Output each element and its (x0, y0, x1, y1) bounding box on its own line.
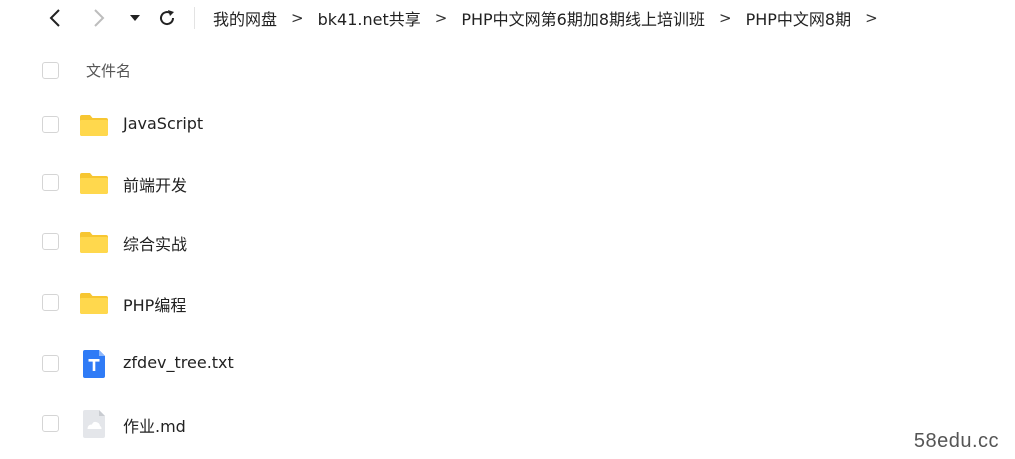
folder-icon (78, 167, 110, 199)
file-name[interactable]: 作业.md (123, 413, 186, 437)
breadcrumb-separator[interactable]: > (865, 9, 878, 27)
row-checkbox[interactable] (42, 233, 59, 250)
breadcrumb-separator: > (719, 9, 732, 27)
breadcrumb-item-share[interactable]: bk41.net共享 (318, 6, 421, 30)
refresh-button[interactable] (152, 4, 182, 32)
file-name[interactable]: JavaScript (123, 114, 203, 133)
breadcrumb-item-current[interactable]: PHP中文网8期 (746, 6, 852, 30)
back-button[interactable] (40, 4, 70, 32)
breadcrumb-separator: > (434, 9, 448, 27)
file-manager-window: 我的网盘 > bk41.net共享 > PHP中文网第6期加8期线上培训班 > … (0, 0, 1015, 459)
file-name[interactable]: 前端开发 (123, 172, 187, 196)
breadcrumb-item-root[interactable]: 我的网盘 (213, 6, 277, 30)
toolbar-divider (194, 7, 195, 29)
history-dropdown-button[interactable] (120, 4, 150, 32)
file-name[interactable]: 综合实战 (123, 231, 187, 255)
breadcrumb: 我的网盘 > bk41.net共享 > PHP中文网第6期加8期线上培训班 > … (213, 6, 892, 30)
row-checkbox[interactable] (42, 355, 59, 372)
caret-down-icon (130, 15, 140, 21)
file-row[interactable]: JavaScript (0, 105, 1015, 145)
chevron-right-icon (94, 9, 105, 27)
row-checkbox[interactable] (42, 116, 59, 133)
forward-button[interactable] (84, 4, 114, 32)
file-row[interactable]: PHP编程 (0, 283, 1015, 323)
list-header: 文件名 (0, 55, 1015, 85)
row-checkbox[interactable] (42, 415, 59, 432)
chevron-left-icon (49, 9, 60, 27)
folder-icon (78, 287, 110, 319)
file-row[interactable]: 综合实战 (0, 222, 1015, 262)
row-checkbox[interactable] (42, 294, 59, 311)
row-checkbox[interactable] (42, 174, 59, 191)
folder-icon (78, 109, 110, 141)
select-all-checkbox[interactable] (42, 61, 59, 79)
text-file-icon (78, 348, 110, 380)
refresh-icon (160, 10, 175, 26)
file-row[interactable]: 前端开发 (0, 163, 1015, 203)
file-name[interactable]: zfdev_tree.txt (123, 353, 234, 372)
breadcrumb-item-course[interactable]: PHP中文网第6期加8期线上培训班 (461, 6, 705, 30)
folder-icon (78, 226, 110, 258)
file-row[interactable]: zfdev_tree.txt (0, 344, 1015, 384)
toolbar: 我的网盘 > bk41.net共享 > PHP中文网第6期加8期线上培训班 > … (0, 0, 1015, 38)
file-row[interactable]: 作业.md (0, 404, 1015, 444)
watermark: 58edu.cc (913, 430, 999, 452)
file-name[interactable]: PHP编程 (123, 292, 186, 316)
column-header-filename[interactable]: 文件名 (86, 60, 131, 81)
generic-file-icon (78, 408, 110, 440)
breadcrumb-separator: > (291, 9, 304, 27)
